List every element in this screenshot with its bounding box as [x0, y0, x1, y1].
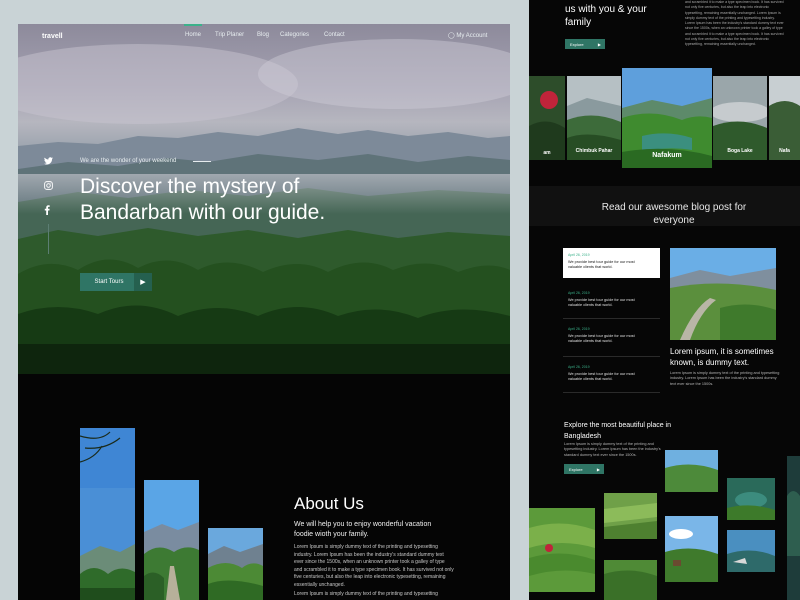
- gallery-label: Boga Lake: [727, 148, 753, 154]
- blog-post-item[interactable]: April 26, 2019 We provide best tour guid…: [563, 360, 660, 390]
- explore-button-top[interactable]: Explore ▶: [565, 39, 605, 49]
- explore-section-title: Explore the most beautiful place in Bang…: [564, 422, 672, 440]
- about-image-tree: [80, 428, 135, 600]
- gallery-tile-nafakum[interactable]: Nafakum: [622, 68, 712, 168]
- blog-featured-title: Lorem ipsum, it is sometimes known, is d…: [670, 347, 774, 367]
- nav-contact[interactable]: Contact: [324, 32, 345, 38]
- social-divider-line: [48, 224, 49, 254]
- tagline-line: [193, 161, 211, 162]
- nav-home[interactable]: Home: [185, 32, 201, 38]
- play-arrow-icon: ▶: [134, 273, 152, 291]
- play-arrow-icon: ▶: [596, 467, 600, 472]
- nav-blog[interactable]: Blog: [257, 32, 269, 38]
- mosaic-image[interactable]: [727, 478, 775, 520]
- blog-section-title: Read our awesome blog post for everyone: [601, 202, 747, 226]
- about-body-paragraph: Lorem Ipsum is simply dummy text of the …: [294, 544, 454, 588]
- post-date: April 26, 2019: [568, 365, 590, 369]
- post-text: We provide best tour guide for our most …: [568, 372, 635, 382]
- hero-tagline: We are the wonder of your weekend: [80, 158, 177, 164]
- mosaic-image[interactable]: [787, 456, 800, 600]
- gallery-tile-boga-lake[interactable]: Boga Lake: [713, 76, 767, 160]
- section-heading-partial: us with you & your family: [565, 4, 647, 28]
- divider: [563, 392, 660, 393]
- divider: [563, 356, 660, 357]
- post-text: We provide best tour guide for our most …: [568, 260, 635, 270]
- mosaic-image[interactable]: [529, 508, 595, 592]
- instagram-icon[interactable]: [44, 181, 54, 191]
- gallery-tile[interactable]: Nafa: [769, 76, 800, 160]
- brand-logo[interactable]: travell: [42, 33, 63, 40]
- divider: [563, 318, 660, 319]
- start-tours-button[interactable]: Start Tours ▶: [80, 273, 152, 291]
- nav-categories[interactable]: Categories: [280, 32, 309, 38]
- about-title: About Us: [294, 494, 364, 513]
- facebook-icon[interactable]: [44, 205, 54, 215]
- blog-post-item[interactable]: April 26, 2019 We provide best tour guid…: [563, 322, 660, 352]
- blog-post-item-active[interactable]: April 26, 2019 We provide best tour guid…: [563, 248, 660, 278]
- about-section: About Us We will help you to enjoy wonde…: [18, 374, 510, 600]
- gallery-tile[interactable]: am: [529, 76, 565, 160]
- landing-page-mockup: travell Home Trip Planer Blog Categories…: [18, 24, 510, 600]
- user-icon: ◯: [448, 33, 455, 39]
- nav-trip-planner[interactable]: Trip Planer: [215, 32, 244, 38]
- post-date: April 26, 2019: [568, 253, 590, 257]
- gallery-label: Nafa: [779, 148, 790, 154]
- post-text: We provide best tour guide for our most …: [568, 334, 635, 344]
- about-image-road: [144, 480, 199, 600]
- about-subtitle: We will help you to enjoy wonderful vaca…: [294, 521, 432, 538]
- explore-section-body: Lorem Ipsum is simply dummy text of the …: [564, 442, 661, 457]
- blog-featured-image[interactable]: [670, 248, 776, 340]
- mosaic-image[interactable]: [665, 516, 718, 582]
- play-arrow-icon: ▶: [597, 42, 601, 47]
- gallery-label-featured: Nafakum: [652, 152, 682, 159]
- hero-title: Discover the mystery of Bandarban with o…: [80, 175, 326, 224]
- explore-label: Explore: [570, 41, 584, 47]
- gallery-label: Chimbuk Pahar: [575, 148, 613, 154]
- gallery-tile-chimbuk[interactable]: Chimbuk Pahar: [567, 76, 621, 160]
- my-account-link[interactable]: ◯ My Account: [448, 32, 487, 39]
- twitter-icon[interactable]: [44, 157, 54, 167]
- mosaic-image[interactable]: [604, 493, 657, 539]
- blog-post-item[interactable]: April 26, 2019 We provide best tour guid…: [563, 286, 660, 316]
- mosaic-image[interactable]: [604, 560, 657, 600]
- gallery-label: am: [543, 150, 551, 156]
- about-image-valley: [208, 528, 263, 600]
- blog-featured-body: Lorem Ipsum is simply dummy text of the …: [670, 371, 780, 386]
- hero-section: travell Home Trip Planer Blog Categories…: [18, 24, 510, 374]
- explore-button[interactable]: Explore ▶: [564, 464, 604, 474]
- explore-label: Explore: [569, 466, 583, 472]
- post-text: We provide best tour guide for our most …: [568, 298, 635, 308]
- landing-page-mockup-scrolled: us with you & your family and scrambled …: [529, 0, 800, 600]
- mosaic-image[interactable]: [665, 450, 718, 492]
- post-date: April 26, 2019: [568, 291, 590, 295]
- my-account-label: My Account: [456, 33, 488, 39]
- nav-active-indicator: [184, 24, 202, 26]
- about-body-paragraph-2: Lorem Ipsum is simply dummy text of the …: [294, 591, 438, 597]
- section-body-text: and scrambled it to make a type specimen…: [685, 0, 784, 47]
- mosaic-image[interactable]: [727, 530, 775, 572]
- post-date: April 26, 2019: [568, 327, 590, 331]
